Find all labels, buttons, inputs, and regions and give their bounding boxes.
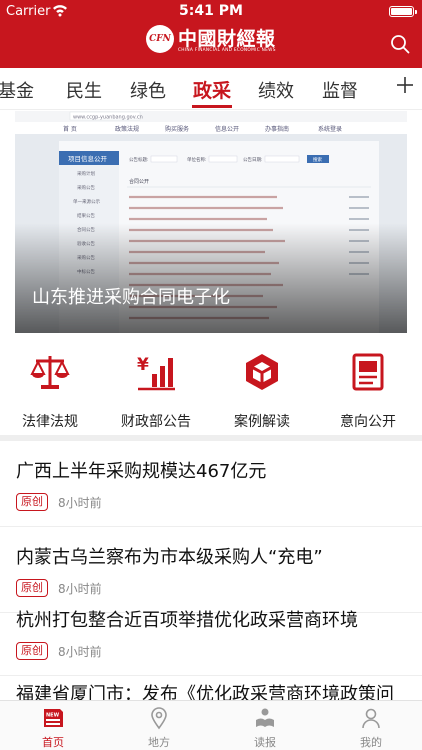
original-badge: 原创 <box>16 642 48 660</box>
tab-green[interactable]: 绿色 <box>130 77 166 103</box>
banner-list-title: 合同公开 <box>129 178 149 185</box>
finance-chart-icon: ¥ <box>137 355 175 391</box>
banner-search-button: 搜索 <box>313 156 322 163</box>
news-item[interactable]: 杭州打包整合近百项举措优化政采营商环境 原创 8小时前 <box>0 590 422 676</box>
banner-shade <box>15 223 407 333</box>
news-title: 内蒙古乌兰察布为市本级采购人“充电” <box>16 547 323 568</box>
case-cube-icon <box>246 354 278 390</box>
svg-text:NEW: NEW <box>46 713 60 719</box>
tab-fund[interactable]: 基金 <box>0 77 34 103</box>
quick-links: 法律法规 ¥ 财政部公告 案例解读 意向公开 <box>0 340 422 430</box>
quick-link-cases[interactable]: 案例解读 <box>212 340 312 430</box>
app-header: Carrier 5:41 PM CFN 中國財經報 CHINA FINANCIA… <box>0 0 422 68</box>
category-tabs: 基金 民生 绿色 政采 绩效 监督 <box>0 68 422 110</box>
plus-icon[interactable] <box>395 75 415 95</box>
tab-performance[interactable]: 绩效 <box>258 77 294 103</box>
banner-nav-0: 首 页 <box>63 125 77 133</box>
banner-side-2: 单一来源公示 <box>73 198 100 205</box>
banner-nav-2: 购买服务 <box>165 125 189 133</box>
tab-livelihood[interactable]: 民生 <box>66 77 102 103</box>
logo-subtitle: CHINA FINANCIAL AND ECONOMIC NEWS <box>178 48 276 53</box>
logo-name: 中國財經報 <box>178 28 276 50</box>
banner-side-0: 采购计划 <box>77 170 95 177</box>
tab-supervision[interactable]: 监督 <box>322 77 358 103</box>
scales-icon <box>30 356 70 389</box>
nav-label: 我的 <box>360 736 382 749</box>
active-tab-indicator <box>192 105 232 108</box>
brand-logo: CFN 中國財經報 CHINA FINANCIAL AND ECONOMIC N… <box>146 25 280 57</box>
reader-icon <box>256 708 274 727</box>
banner-nav-3: 信息公开 <box>215 125 239 133</box>
banner-filter-2: 公告日期: <box>243 156 263 163</box>
status-bar: Carrier 5:41 PM <box>0 0 422 22</box>
location-pin-icon <box>151 707 167 730</box>
quick-link-intent[interactable]: 意向公开 <box>318 340 418 430</box>
banner-side-3: 结果公告 <box>77 212 95 219</box>
profile-icon <box>362 708 380 729</box>
news-title: 广西上半年采购规模达467亿元 <box>16 461 267 482</box>
logo-seal-text: CFN <box>149 34 171 44</box>
status-time: 5:41 PM <box>179 3 243 19</box>
document-list-icon <box>352 353 384 391</box>
nav-label: 读报 <box>254 736 276 749</box>
quick-link-laws[interactable]: 法律法规 <box>0 340 100 430</box>
quick-link-label: 意向公开 <box>340 414 396 430</box>
quick-link-label: 财政部公告 <box>121 414 191 430</box>
search-icon[interactable] <box>390 34 410 54</box>
original-badge: 原创 <box>16 493 48 511</box>
quick-link-label: 法律法规 <box>22 414 78 430</box>
banner-nav-4: 办事指南 <box>265 125 289 133</box>
news-time: 8小时前 <box>58 496 102 510</box>
headline-banner[interactable]: www.ccgp-yuanbang.gov.cn 首 页 政策法规 购买服务 信… <box>15 111 407 333</box>
banner-caption: 山东推进采购合同电子化 <box>32 287 230 308</box>
logo-seal: CFN <box>146 25 174 53</box>
battery-icon <box>389 6 417 17</box>
news-time: 8小时前 <box>58 645 102 659</box>
banner-side-1: 采购公告 <box>77 184 95 191</box>
tab-procurement[interactable]: 政采 <box>193 76 231 103</box>
news-home-icon: NEW <box>44 709 63 727</box>
banner-filter-1: 单位名称: <box>187 156 207 163</box>
nav-profile[interactable]: 我的 <box>318 701 422 750</box>
banner-side-title: 项目信息公开 <box>68 154 108 163</box>
nav-label: 地方 <box>148 736 170 749</box>
news-title: 杭州打包整合近百项举措优化政采营商环境 <box>16 610 358 631</box>
nav-local[interactable]: 地方 <box>106 701 212 750</box>
nav-home[interactable]: NEW 首页 <box>0 701 106 750</box>
nav-read-paper[interactable]: 读报 <box>212 701 318 750</box>
bottom-nav: NEW 首页 地方 读报 我的 <box>0 700 422 750</box>
nav-label: 首页 <box>42 736 64 749</box>
news-item[interactable]: 广西上半年采购规模达467亿元 原创 8小时前 <box>0 441 422 527</box>
banner-url: www.ccgp-yuanbang.gov.cn <box>73 115 143 121</box>
quick-link-mof-notice[interactable]: ¥ 财政部公告 <box>106 340 206 430</box>
svg-text:¥: ¥ <box>137 355 149 375</box>
banner-nav-5: 系统登录 <box>318 125 342 133</box>
quick-link-label: 案例解读 <box>234 414 290 430</box>
banner-nav-1: 政策法规 <box>115 125 139 133</box>
banner-filter-0: 公告标题: <box>129 156 149 163</box>
